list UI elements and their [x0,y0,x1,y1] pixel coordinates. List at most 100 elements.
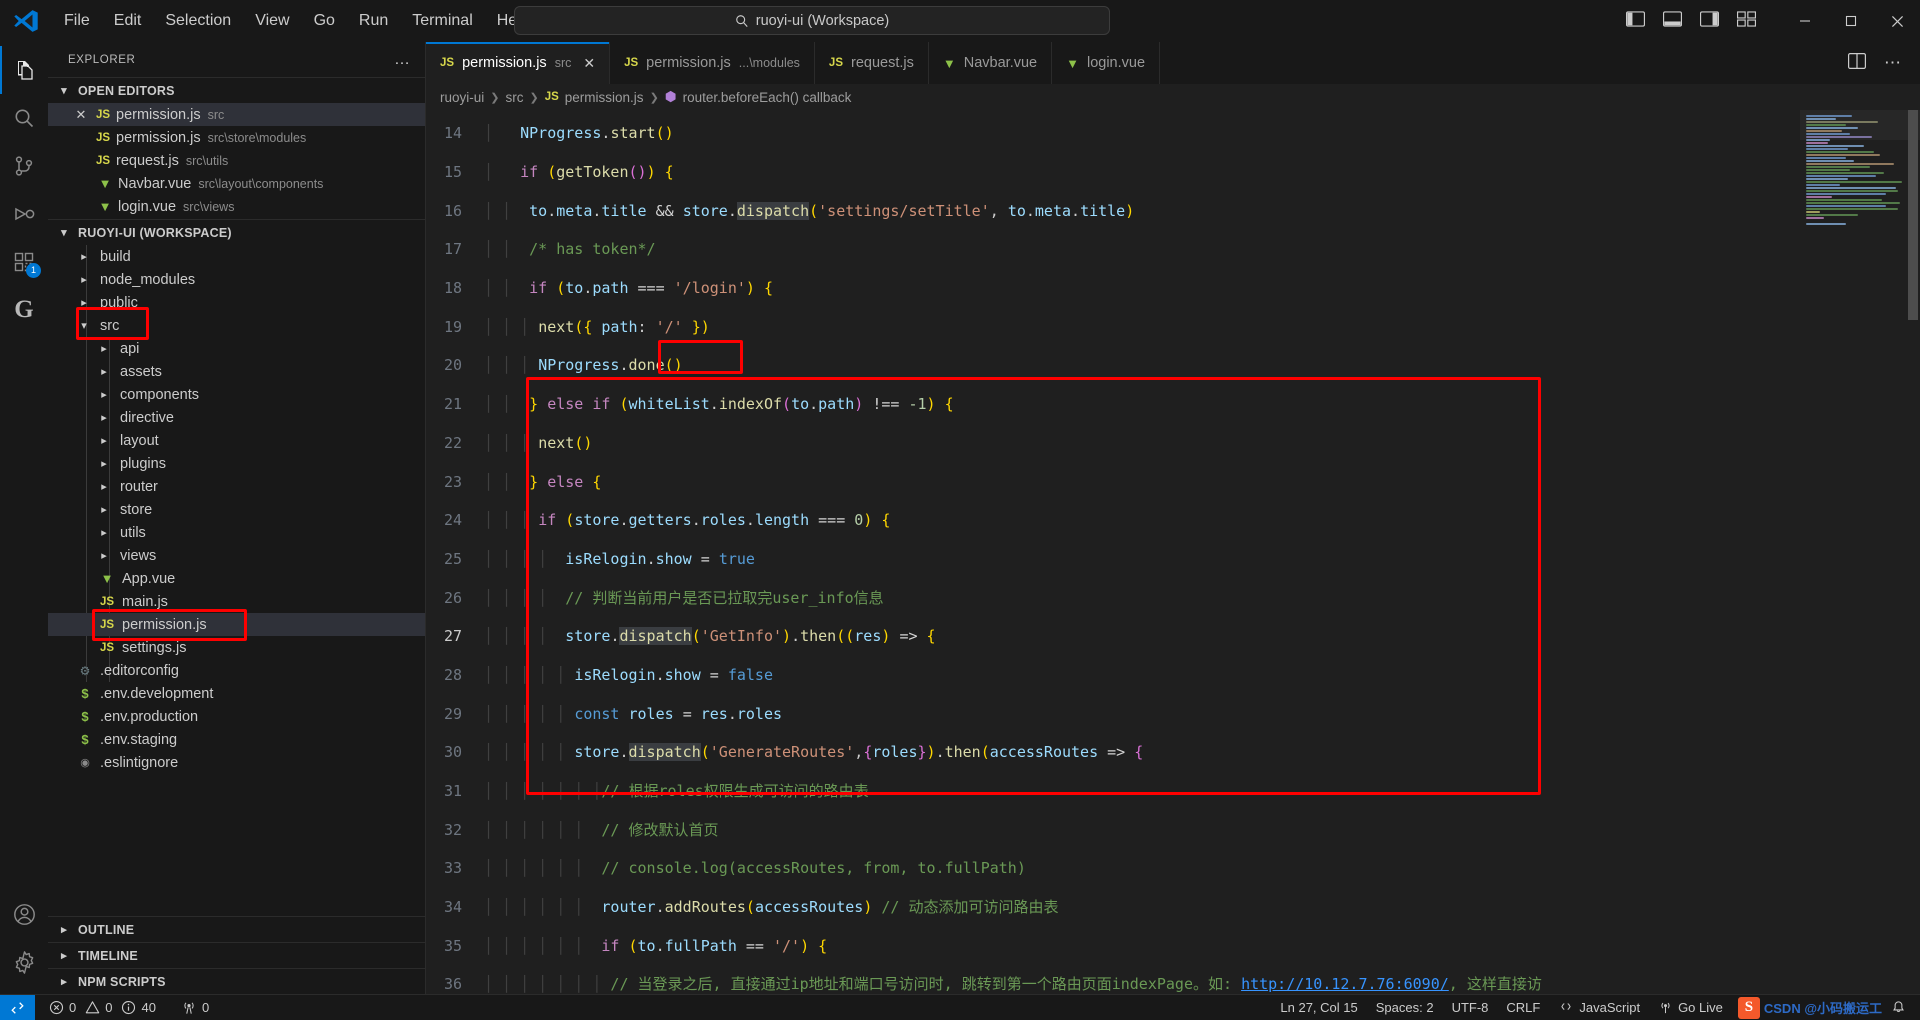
menu-selection[interactable]: Selection [153,8,243,34]
close-icon[interactable]: ✕ [70,107,92,123]
activity-search[interactable] [0,94,48,142]
section-workspace[interactable]: ▾ RUOYI-UI (WORKSPACE) [48,219,425,245]
tree-item-utils[interactable]: ▸ utils [48,521,425,544]
ports-status[interactable]: 0 [165,1000,218,1015]
remote-window-button[interactable] [0,994,35,1020]
split-editor-icon[interactable] [1848,52,1866,74]
activity-run-debug[interactable] [0,190,48,238]
tree-item-layout[interactable]: ▸ layout [48,429,425,452]
end-of-line[interactable]: CRLF [1497,1000,1549,1015]
layout-controls[interactable] [1626,10,1756,32]
customize-layout-icon[interactable] [1737,10,1756,32]
tree-item-env-development[interactable]: $ .env.development [48,682,425,705]
tree-item-env-production[interactable]: $ .env.production [48,705,425,728]
encoding[interactable]: UTF-8 [1443,1000,1498,1015]
code-line-21: 21 │ │ } else if (whiteList.indexOf(to.pa… [426,395,1542,414]
tab-request-js[interactable]: JS request.js [814,42,929,84]
language-mode[interactable]: JavaScript [1549,1000,1649,1015]
code-editor[interactable]: 14 │ NProgress.start() 15 │ if (getToken()… [426,110,1920,994]
js-icon: JS [624,57,639,69]
tree-item-settings-js[interactable]: JS settings.js [48,636,425,659]
menu-go[interactable]: Go [302,8,347,34]
tree-item-node-modules[interactable]: ▸ node_modules [48,268,425,291]
editor-scrollbar[interactable] [1786,110,1800,994]
search-input[interactable]: ruoyi-ui (Workspace) [756,13,890,29]
tree-item-app-vue[interactable]: ▼ App.vue [48,567,425,590]
activity-gitlens[interactable]: G [0,286,48,334]
explorer-more-actions-icon[interactable]: … [394,51,411,69]
activity-accounts[interactable] [0,890,48,938]
section-outline[interactable]: ▸ OUTLINE [48,916,425,942]
editor-minimap[interactable] [1800,110,1920,994]
tab-navbar-vue[interactable]: ▼ Navbar.vue [928,42,1053,84]
go-live[interactable]: Go Live [1649,1000,1732,1015]
chevron-down-icon: ▾ [61,227,67,239]
maximize-button[interactable] [1828,0,1874,42]
problems-status[interactable]: 0 0 40 [35,1000,165,1015]
tree-item-api[interactable]: ▸ api [48,337,425,360]
toggle-primary-sidebar-icon[interactable] [1626,10,1645,32]
tree-item-store[interactable]: ▸ store [48,498,425,521]
menu-view-label: View [255,12,290,29]
toggle-secondary-sidebar-icon[interactable] [1700,10,1719,32]
open-editor-desc: src\layout\components [198,176,324,191]
tab-login-vue[interactable]: ▼ login.vue [1052,42,1161,84]
tree-item-build[interactable]: ▸ build [48,245,425,268]
open-editor-item-request[interactable]: JS request.js src\utils [48,149,425,172]
minimize-button[interactable] [1782,0,1828,42]
js-icon: JS [544,91,559,103]
tree-item-label: .eslintignore [100,754,179,771]
tree-item-permission-js[interactable]: JS permission.js [48,609,425,641]
tree-item-components[interactable]: ▸ components [48,383,425,406]
tab-permission-js-modules[interactable]: JS permission.js ...\modules [610,42,815,84]
line-number: 31 [443,782,462,801]
open-editor-item-navbar[interactable]: ▼ Navbar.vue src\layout\components [48,172,425,195]
activity-extensions[interactable]: 1 [0,238,48,286]
menu-file[interactable]: File [52,8,102,34]
activity-explorer[interactable] [0,46,48,94]
tree-item-router[interactable]: ▸ router [48,475,425,498]
menu-bar[interactable]: File Edit Selection View Go Run Terminal… [52,8,542,34]
activity-source-control[interactable] [0,142,48,190]
tree-item-public[interactable]: ▸ public [48,291,425,314]
section-open-editors[interactable]: ▾ OPEN EDITORS [48,77,425,103]
tree-item-main-js[interactable]: JS main.js [48,590,425,613]
tab-permission-js-src[interactable]: JS permission.js src ✕ [426,42,611,84]
menu-edit[interactable]: Edit [102,8,154,34]
tree-item-assets[interactable]: ▸ assets [48,360,425,383]
tree-item-directive[interactable]: ▸ directive [48,406,425,429]
menu-view[interactable]: View [243,8,301,34]
activity-manage-settings[interactable] [0,938,48,986]
more-actions-icon[interactable]: ⋯ [1884,53,1902,73]
notifications-bell[interactable] [1882,1000,1920,1015]
tree-item-eslintignore[interactable]: ◉ .eslintignore [48,751,425,774]
cursor-position[interactable]: Ln 27, Col 15 [1271,1000,1366,1015]
open-editor-item-permission-modules[interactable]: JS permission.js src\store\modules [48,126,425,149]
section-timeline[interactable]: ▸ TIMELINE [48,942,425,968]
breadcrumb-item-symbol[interactable]: router.beforeEach() callback [683,90,852,105]
breadcrumb-item-src[interactable]: src [505,90,523,105]
tree-item-plugins[interactable]: ▸ plugins [48,452,425,475]
toggle-panel-icon[interactable] [1663,10,1682,32]
line-number: 24 [443,511,462,530]
tree-item-editorconfig[interactable]: ⚙ .editorconfig [48,659,425,682]
indentation[interactable]: Spaces: 2 [1367,1000,1443,1015]
command-center-search[interactable]: ruoyi-ui (Workspace) [514,6,1110,35]
open-editor-item-permission-src[interactable]: ✕ JS permission.js src [48,103,425,126]
menu-run[interactable]: Run [347,8,400,34]
code-text-area[interactable]: 14 │ NProgress.start() 15 │ if (getToken()… [426,110,1800,994]
minimap-scroll-thumb[interactable] [1908,110,1918,320]
open-editor-item-login[interactable]: ▼ login.vue src\views [48,195,425,218]
tree-item-src[interactable]: ▾ src [48,307,425,340]
section-npm-scripts[interactable]: ▸ NPM SCRIPTS [48,968,425,994]
code-line-35: 35 │ │ │ │ │ │ if (to.fullPath == '/') { [426,937,1542,956]
close-button[interactable] [1874,0,1920,42]
close-icon[interactable]: ✕ [583,55,595,72]
code-content[interactable]: 14 │ NProgress.start() 15 │ if (getToken()… [426,110,1542,994]
menu-terminal[interactable]: Terminal [400,8,484,34]
tree-item-views[interactable]: ▸ views [48,544,425,567]
open-editor-name: login.vue [118,198,177,215]
breadcrumb-item-file[interactable]: permission.js [565,90,644,105]
breadcrumb-item-root[interactable]: ruoyi-ui [440,90,484,105]
tree-item-env-staging[interactable]: $ .env.staging [48,728,425,751]
